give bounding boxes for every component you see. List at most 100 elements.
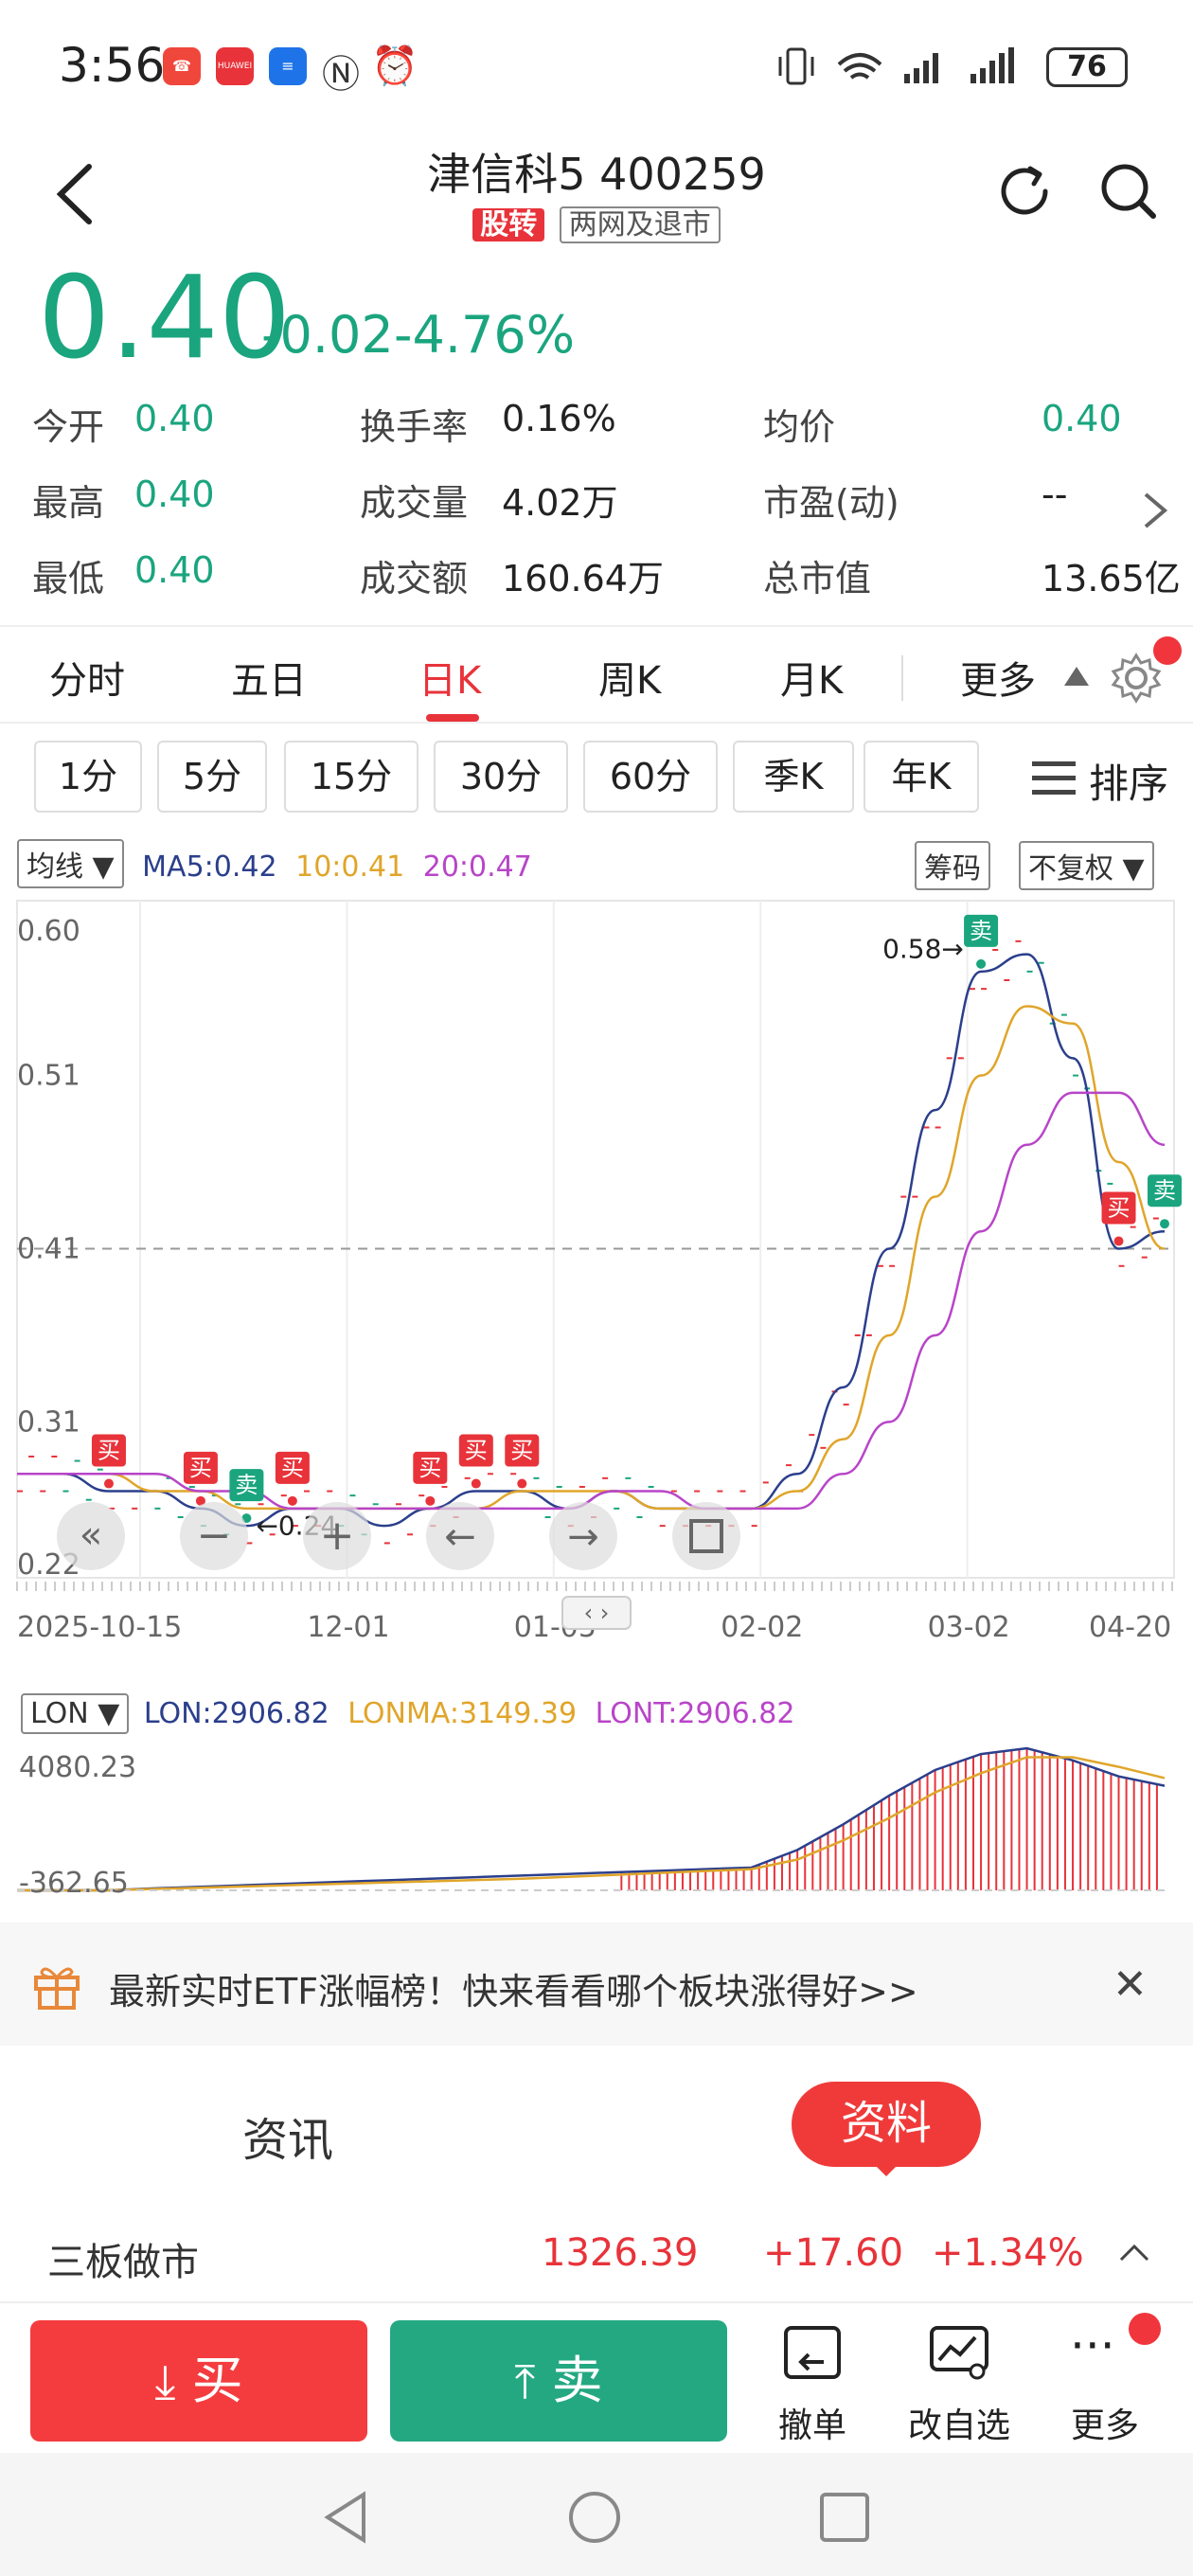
refresh-icon[interactable]	[994, 161, 1055, 222]
tab-daily-k[interactable]: 日K	[418, 650, 481, 705]
stat-value: --	[1042, 474, 1068, 515]
buy-button[interactable]: ⤓ 买	[30, 2320, 367, 2442]
buy-marker: 买	[91, 1434, 126, 1489]
tag-board: 两网及退市	[559, 206, 721, 243]
alarm-icon: ⏰	[371, 45, 418, 88]
menu-icon[interactable]	[1032, 760, 1076, 797]
stat-label: 换手率	[360, 406, 469, 448]
stat-label: 今开	[32, 406, 105, 448]
ma20-line	[17, 1091, 1166, 1511]
tab-five-day[interactable]: 五日	[231, 650, 307, 705]
sub-period-bar: 1分 5分 15分 30分 60分 季K 年K 排序	[0, 731, 1193, 822]
lon-indicator-label: LON	[30, 1697, 89, 1730]
lont-value: LONT:2906.82	[595, 1697, 795, 1730]
price-change-pct: -4.76%	[394, 305, 576, 365]
edit-watchlist-button[interactable]: 改自选	[898, 2303, 1021, 2455]
x-tick-label: 03-02	[928, 1611, 1010, 1644]
edit-watchlist-label: 改自选	[907, 2406, 1010, 2445]
nav-back-icon[interactable]	[322, 2491, 369, 2544]
current-price: 0.40	[38, 253, 292, 385]
chevron-up-icon[interactable]	[1117, 2241, 1151, 2263]
banner-text: 最新实时ETF涨幅榜！快来看看哪个板块涨得好>>	[109, 1971, 918, 2012]
stat-value: 13.65亿	[1042, 558, 1181, 599]
nav-recents-icon[interactable]	[818, 2491, 871, 2544]
marker-label: 买	[510, 1438, 533, 1464]
market-pct: +1.34%	[932, 2231, 1084, 2275]
tab-profile[interactable]: 资料	[792, 2082, 981, 2167]
status-icons	[778, 47, 1014, 85]
nav-home-icon[interactable]	[566, 2489, 623, 2546]
tab-pointer	[871, 2161, 901, 2176]
stat-value: 160.64万	[502, 558, 664, 599]
period-quarter-k[interactable]: 季K	[733, 741, 854, 813]
chip-button[interactable]: 筹码	[915, 841, 990, 890]
plus-icon: +	[320, 1512, 355, 1560]
market-value: 1326.39	[542, 2231, 699, 2275]
ma5-value: MA5:0.42	[142, 850, 277, 884]
marker-label: 卖	[1153, 1177, 1176, 1204]
lon-indicator-row: LON ▼ LON:2906.82 LONMA:3149.39 LONT:290…	[21, 1693, 794, 1734]
lon-dropdown[interactable]: LON ▼	[21, 1693, 130, 1734]
tab-news[interactable]: 资讯	[242, 2102, 333, 2169]
more-dots-icon: ···	[1070, 2318, 1115, 2373]
stat-label: 总市值	[763, 558, 872, 599]
period-1min[interactable]: 1分	[34, 741, 142, 813]
marker-dot	[1113, 1236, 1124, 1246]
indicator-dropdown[interactable]: 均线 ▼	[17, 839, 124, 888]
marker-label: 买	[98, 1438, 120, 1464]
vibrate-icon	[786, 47, 807, 85]
tab-more[interactable]: 更多	[960, 650, 1036, 705]
cancel-order-button[interactable]: 撤单	[765, 2303, 860, 2455]
active-tab-indicator	[426, 714, 479, 722]
battery-icon: 76	[1046, 47, 1128, 87]
period-30min[interactable]: 30分	[434, 741, 568, 813]
chart-nav-buttons: « − + ← →	[57, 1502, 740, 1570]
marker-label: 买	[1108, 1195, 1131, 1222]
sell-arrow-icon: ⤒	[514, 2354, 536, 2409]
caret-up-icon[interactable]	[1062, 665, 1091, 688]
promo-banner[interactable]: 最新实时ETF涨幅榜！快来看看哪个板块涨得好>> ✕	[0, 1923, 1193, 2046]
period-tabs: 分时 五日 日K 周K 月K 更多	[0, 625, 1193, 724]
period-5min[interactable]: 5分	[157, 741, 267, 813]
gear-icon[interactable]	[1110, 652, 1163, 705]
adjust-dropdown[interactable]: 不复权 ▼	[1019, 841, 1154, 890]
lon-chart[interactable]: 4080.23 -362.65	[0, 1739, 1193, 1909]
close-icon[interactable]: ✕	[1113, 1960, 1148, 2009]
marker-dot	[425, 1495, 436, 1506]
sell-button[interactable]: ⤒ 卖	[390, 2320, 727, 2442]
time-ruler	[16, 1582, 1173, 1591]
k-line-chart[interactable]: 买买买买买 买买卖卖卖0.58→←0.24 0.600.510.410.310.2…	[0, 896, 1193, 1673]
buy-marker: 买	[1101, 1191, 1136, 1246]
sort-button[interactable]: 排序	[1089, 752, 1168, 810]
stat-value: 0.40	[134, 549, 215, 591]
ma10-line	[17, 1005, 1166, 1511]
marker-dot	[1160, 1219, 1169, 1229]
period-60min[interactable]: 60分	[583, 741, 718, 813]
period-15min[interactable]: 15分	[284, 741, 418, 813]
market-change: +17.60	[763, 2231, 904, 2275]
stat-label: 成交量	[360, 482, 469, 524]
stat-value: 0.40	[134, 398, 215, 439]
buy-marker: 买	[458, 1434, 493, 1489]
buy-label: 买	[191, 2351, 243, 2410]
wifi-icon	[837, 53, 882, 80]
market-index-row[interactable]: 三板做市 1326.39 +17.60 +1.34%	[0, 2207, 1193, 2301]
ma5-line	[17, 953, 1166, 1528]
marker-dot	[287, 1495, 297, 1506]
tab-monthly-k[interactable]: 月K	[780, 650, 843, 705]
period-year-k[interactable]: 年K	[864, 741, 979, 813]
lon-y-max: 4080.23	[19, 1751, 136, 1784]
x-tick-label: 2025-10-15	[17, 1611, 182, 1644]
chevron-right-icon[interactable]	[1136, 487, 1174, 534]
cancel-order-icon	[784, 2326, 841, 2379]
buy-marker: 买	[275, 1451, 310, 1506]
tab-weekly-k[interactable]: 周K	[598, 650, 661, 705]
drag-handle-icon: ‹ ›	[584, 1600, 610, 1626]
tab-minute[interactable]: 分时	[49, 650, 125, 705]
arrow-right-icon: →	[567, 1515, 599, 1559]
marker-dot	[976, 958, 987, 969]
missed-call-icon: ☎	[163, 47, 201, 85]
action-bar: ⤓ 买 ⤒ 卖 撤单 改自选 ··· 更多	[0, 2301, 1193, 2453]
ma10-value: 10:0.41	[295, 850, 405, 884]
search-icon[interactable]	[1098, 161, 1159, 222]
